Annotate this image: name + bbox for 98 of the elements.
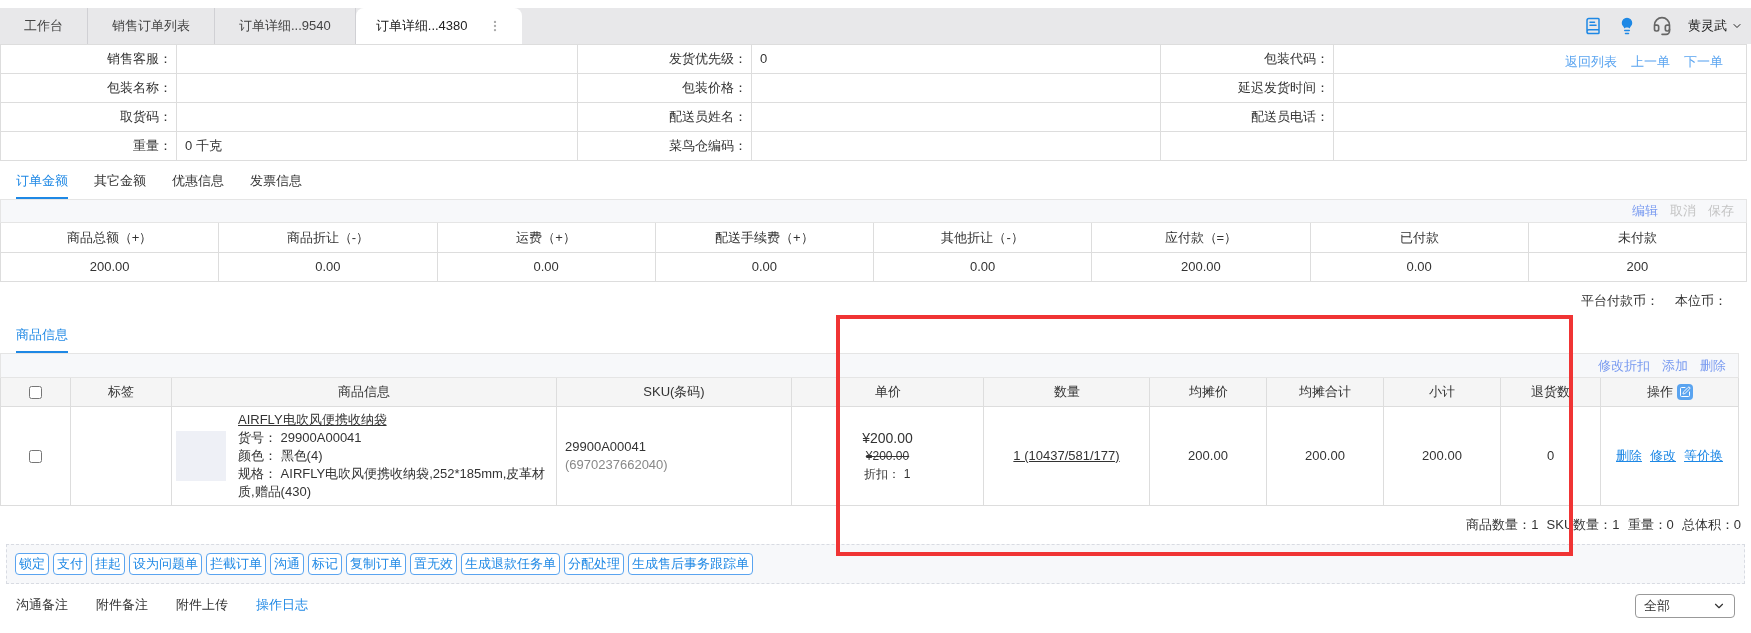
table-cell: 200 bbox=[1528, 253, 1747, 282]
action-button[interactable]: 标记 bbox=[308, 553, 342, 575]
column-header: 已付款 bbox=[1310, 223, 1529, 253]
column-header: 小计 bbox=[1429, 383, 1455, 402]
currency-label: 平台付款币： bbox=[1581, 292, 1659, 311]
field-label: 发货优先级： bbox=[669, 50, 747, 69]
section-tab[interactable]: 发票信息 bbox=[250, 170, 302, 199]
field-label: 销售客服： bbox=[107, 50, 172, 69]
action-button[interactable]: 支付 bbox=[53, 553, 87, 575]
row-checkbox[interactable] bbox=[29, 449, 42, 463]
nav-link[interactable]: 下一单 bbox=[1684, 52, 1723, 72]
page-tab[interactable]: 销售订单列表 bbox=[88, 8, 215, 44]
table-cell-text: 0 bbox=[1546, 447, 1555, 466]
table-cell: 0.00 bbox=[437, 253, 656, 282]
field-value: 0 bbox=[760, 50, 768, 69]
action-button[interactable]: 拦截订单 bbox=[206, 553, 266, 575]
currency-label: 本位币： bbox=[1675, 292, 1727, 311]
row-action-link[interactable]: 删除 bbox=[1616, 446, 1642, 466]
quantity-link[interactable]: 1 (10437/581/177) bbox=[1013, 446, 1120, 466]
field-label: 取货码： bbox=[120, 108, 172, 127]
column-header: 操作 bbox=[1646, 383, 1673, 402]
nav-link[interactable]: 返回列表 bbox=[1565, 52, 1617, 72]
toolbar-link[interactable]: 编辑 bbox=[1632, 201, 1658, 221]
column-header: 商品总额（+） bbox=[1, 223, 220, 253]
action-button[interactable]: 锁定 bbox=[15, 553, 49, 575]
original-price: ¥200.00 bbox=[865, 448, 910, 465]
summary-item: 重量：0 bbox=[1627, 516, 1674, 535]
summary-item: 总体积：0 bbox=[1681, 516, 1741, 535]
table-cell-text: 200.00 bbox=[1188, 447, 1228, 466]
field-label: 包装名称： bbox=[107, 79, 172, 98]
table-cell: 0.00 bbox=[874, 253, 1093, 282]
column-header: 应付款（=） bbox=[1092, 223, 1311, 253]
page-tab[interactable]: 订单详细...4380 bbox=[355, 8, 522, 44]
barcode: (6970237662040) bbox=[565, 456, 669, 474]
section-tab[interactable]: 优惠信息 bbox=[172, 170, 224, 199]
page-tab[interactable]: 订单详细...9540 bbox=[215, 8, 356, 44]
column-header: 运费（+） bbox=[437, 223, 656, 253]
column-header: 商品折让（-） bbox=[219, 223, 438, 253]
user-menu[interactable]: 黄灵武 bbox=[1688, 16, 1743, 36]
log-tab[interactable]: 操作日志 bbox=[256, 595, 308, 615]
headset-icon[interactable] bbox=[1652, 16, 1672, 36]
action-button[interactable]: 生成售后事务跟踪单 bbox=[628, 553, 753, 575]
column-header: SKU(条码) bbox=[643, 383, 705, 402]
field-label: 重量： bbox=[133, 137, 172, 156]
table-cell: 200.00 bbox=[1, 253, 220, 282]
field-label: 包装价格： bbox=[682, 79, 747, 98]
action-button[interactable]: 分配处理 bbox=[564, 553, 624, 575]
field-value: 0 千克 bbox=[185, 137, 222, 156]
section-tab[interactable]: 其它金额 bbox=[94, 170, 146, 199]
summary-item: 商品数量：1 bbox=[1466, 516, 1539, 535]
select-all-checkbox[interactable] bbox=[29, 385, 42, 399]
column-header: 均摊合计 bbox=[1299, 383, 1351, 402]
column-header: 其他折让（-） bbox=[874, 223, 1093, 253]
discount: 折扣： 1 bbox=[864, 466, 911, 483]
product-detail: 货号： 29900A00041 bbox=[238, 429, 363, 447]
action-button[interactable]: 设为问题单 bbox=[129, 553, 202, 575]
column-header: 标签 bbox=[108, 383, 134, 402]
field-label: 包装代码： bbox=[1264, 50, 1329, 69]
toolbar-link[interactable]: 修改折扣 bbox=[1598, 355, 1650, 376]
field-label: 延迟发货时间： bbox=[1238, 79, 1329, 98]
notebook-icon[interactable] bbox=[1584, 17, 1602, 35]
column-header: 数量 bbox=[1053, 383, 1080, 402]
product-detail: 规格： AIRFLY电吹风便携收纳袋,252*185mm,皮革材质,赠品(430) bbox=[238, 465, 547, 501]
table-cell-text: 200.00 bbox=[1305, 447, 1345, 466]
filter-select[interactable]: 全部 bbox=[1635, 594, 1735, 618]
column-header: 配送手续费（+） bbox=[655, 223, 874, 253]
log-tab[interactable]: 沟通备注 bbox=[16, 595, 68, 615]
column-header: 未付款 bbox=[1528, 223, 1747, 253]
action-button[interactable]: 生成退款任务单 bbox=[461, 553, 560, 575]
table-cell-text: 200.00 bbox=[1422, 447, 1462, 466]
edit-icon[interactable] bbox=[1676, 384, 1693, 400]
column-header: 退货数 bbox=[1531, 383, 1570, 402]
table-cell: 0.00 bbox=[655, 253, 874, 282]
column-header: 商品信息 bbox=[338, 383, 390, 402]
log-tab[interactable]: 附件备注 bbox=[96, 595, 148, 615]
field-label: 配送员电话： bbox=[1251, 108, 1329, 127]
action-button[interactable]: 沟通 bbox=[270, 553, 304, 575]
page-tab[interactable]: 工作台 bbox=[0, 8, 88, 44]
row-action-link[interactable]: 等价换 bbox=[1684, 446, 1723, 466]
sku-code: 29900A00041 bbox=[565, 438, 647, 456]
action-button[interactable]: 复制订单 bbox=[346, 553, 406, 575]
table-cell: 0.00 bbox=[1310, 253, 1529, 282]
product-link[interactable]: AIRFLY电吹风便携收纳袋 bbox=[238, 411, 387, 429]
toolbar-link[interactable]: 删除 bbox=[1700, 355, 1726, 376]
table-cell: 200.00 bbox=[1092, 253, 1311, 282]
field-label: 配送员姓名： bbox=[669, 108, 747, 127]
unit-price: ¥200.00 bbox=[862, 429, 913, 447]
product-detail: 颜色： 黑色(4) bbox=[238, 447, 324, 465]
table-cell: 0.00 bbox=[219, 253, 438, 282]
toolbar-link[interactable]: 添加 bbox=[1662, 355, 1688, 376]
row-action-link[interactable]: 修改 bbox=[1650, 446, 1676, 466]
nav-link[interactable]: 上一单 bbox=[1631, 52, 1670, 72]
action-button[interactable]: 挂起 bbox=[91, 553, 125, 575]
log-tab[interactable]: 附件上传 bbox=[176, 595, 228, 615]
column-header: 均摊价 bbox=[1188, 383, 1228, 402]
column-header: 单价 bbox=[874, 383, 901, 402]
action-button[interactable]: 置无效 bbox=[410, 553, 457, 575]
field-label: 菜鸟仓编码： bbox=[669, 137, 747, 156]
